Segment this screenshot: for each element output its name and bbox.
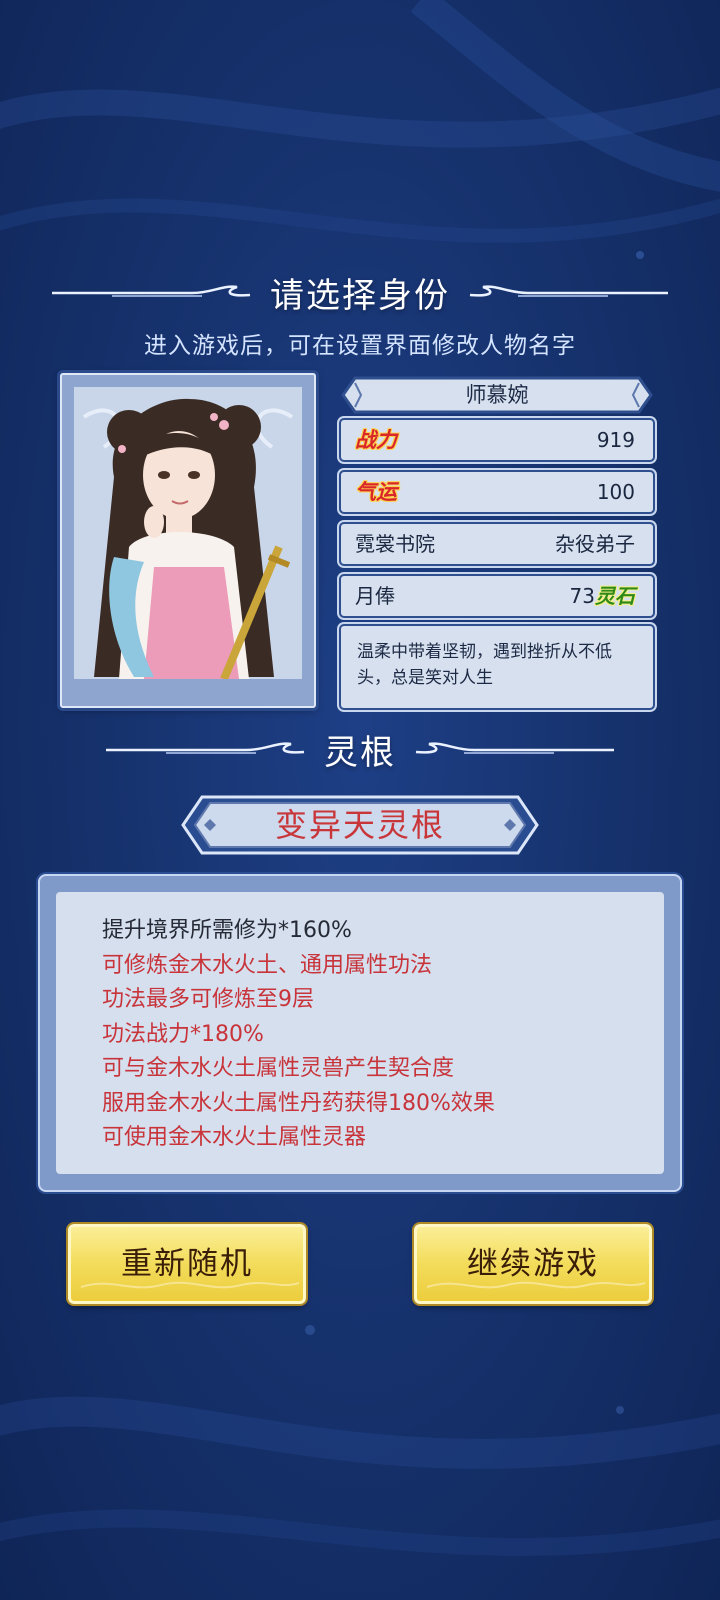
salary-value: 73 — [569, 584, 595, 608]
faction-rank: 杂役弟子 — [555, 532, 635, 556]
character-name: 师慕婉 — [465, 383, 529, 407]
power-label: 战力 — [355, 428, 397, 452]
right-ornament — [415, 741, 614, 754]
effect-line: 服用金木水火土属性丹药获得180%效果 — [102, 1090, 495, 1116]
right-ornament — [469, 284, 668, 297]
faction-row: 霓裳书院 杂役弟子 — [339, 522, 655, 566]
reroll-button-label: 重新随机 — [121, 1246, 253, 1282]
character-portrait — [74, 387, 302, 679]
effect-line: 功法最多可修炼至9层 — [102, 987, 314, 1012]
character-portrait-frame — [60, 373, 316, 708]
left-ornament — [106, 741, 305, 754]
root-effects-list: 提升境界所需修为*160% 可修炼金木水火土、通用属性功法 功法最多可修炼至9层… — [56, 892, 664, 1174]
effect-line: 可使用金木水火土属性灵器 — [102, 1125, 367, 1150]
spirit-root-name: 变异天灵根 — [274, 806, 445, 844]
salary-label: 月俸 — [355, 584, 395, 608]
page-subtitle: 进入游戏后，可在设置界面修改人物名字 — [144, 333, 576, 359]
power-value: 919 — [596, 428, 635, 452]
character-name-plate: 师慕婉 — [341, 375, 653, 415]
spirit-root-plate: 变异天灵根 — [180, 794, 540, 856]
salary-value-wrap: 73灵石 — [570, 576, 635, 616]
continue-game-button[interactable]: 继续游戏 — [414, 1224, 652, 1304]
effect-line: 可修炼金木水火土、通用属性功法 — [102, 952, 433, 978]
root-section-title: 灵根 — [324, 733, 396, 773]
effect-line: 提升境界所需修为*160% — [102, 918, 352, 943]
continue-game-button-label: 继续游戏 — [467, 1246, 599, 1282]
effect-line: 功法战力*180% — [102, 1021, 264, 1047]
title-row: 请选择身份 — [0, 268, 720, 317]
luck-value: 100 — [596, 480, 635, 504]
root-effects-panel: 提升境界所需修为*160% 可修炼金木水火土、通用属性功法 功法最多可修炼至9层… — [38, 874, 682, 1192]
effect-line: 可与金木水火土属性灵兽产生契合度 — [102, 1056, 455, 1081]
character-illustration — [82, 398, 294, 679]
spirit-stone-unit: 灵石 — [595, 584, 635, 608]
page-title: 请选择身份 — [270, 276, 450, 316]
reroll-button[interactable]: 重新随机 — [68, 1224, 306, 1304]
power-row: 战力 919 — [339, 418, 655, 462]
root-title-row: 灵根 — [0, 725, 720, 774]
luck-row: 气运 100 — [339, 470, 655, 514]
faction-name: 霓裳书院 — [355, 532, 435, 556]
character-description: 温柔中带着坚韧，遇到挫折从不低头，总是笑对人生 — [339, 624, 655, 710]
left-ornament — [52, 284, 251, 297]
luck-label: 气运 — [355, 480, 397, 504]
salary-row: 月俸 73灵石 — [339, 574, 655, 618]
